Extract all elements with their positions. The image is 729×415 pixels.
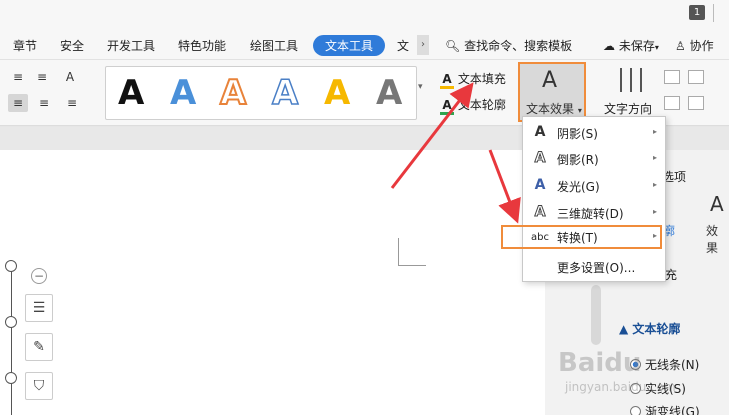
- submenu-arrow-icon: ▸: [653, 153, 658, 162]
- menu-item-reflection[interactable]: A 倒影(R) ▸: [523, 147, 665, 171]
- style-yellow[interactable]: A: [324, 73, 350, 113]
- menu-item-label: 发光(G): [557, 180, 600, 194]
- menu-item-label: 倒影(R): [557, 153, 599, 167]
- style-orange-outline[interactable]: A: [219, 72, 247, 114]
- fill-bucket-icon[interactable]: ⛉: [25, 372, 53, 400]
- text-outline-button[interactable]: A 文本轮廓: [440, 96, 506, 115]
- wordart-style-gallery: A A A A A A: [105, 66, 417, 120]
- tab-overflow-partial[interactable]: 文: [397, 37, 409, 54]
- break-textbox-link-icon[interactable]: [688, 70, 704, 84]
- panel-fill-label: 充: [665, 268, 678, 282]
- menu-item-shadow[interactable]: A 阴影(S) ▸: [523, 121, 665, 145]
- resize-handle-top[interactable]: [5, 260, 17, 272]
- text-effect-icon: A: [542, 68, 558, 93]
- gallery-more-icon[interactable]: ▾: [418, 82, 423, 92]
- collapse-minus-icon[interactable]: −: [31, 268, 47, 284]
- panel-tab-effect[interactable]: 效果: [706, 222, 729, 256]
- page-corner-mark: [398, 238, 426, 266]
- tab-developer-tools[interactable]: 开发工具: [107, 37, 155, 54]
- textbox-prev-icon[interactable]: [664, 96, 680, 110]
- text-direction-label: 文字方向: [604, 102, 653, 116]
- chevron-down-icon: ▾: [654, 43, 659, 52]
- resize-handle-bottom[interactable]: [5, 372, 17, 384]
- text-effect-button[interactable]: A 文本效果 ▾: [518, 62, 586, 122]
- search-icon: 🔍︎: [445, 39, 461, 53]
- menu-item-label: 阴影(S): [557, 127, 598, 141]
- style-blue-gradient[interactable]: A: [170, 73, 196, 113]
- baidu-watermark-url: jingyan.baidu.com: [565, 380, 676, 394]
- indent-increase-icon[interactable]: ≡: [32, 68, 52, 86]
- create-textbox-link-icon[interactable]: [664, 70, 680, 84]
- style-blue-outline[interactable]: A: [271, 72, 299, 114]
- reflection-icon: A: [534, 150, 546, 167]
- text-direction-icon: [620, 68, 642, 92]
- shadow-icon: A: [534, 124, 546, 140]
- command-search[interactable]: 🔍︎ 查找命令、搜索模板: [445, 37, 572, 54]
- tab-security[interactable]: 安全: [60, 37, 84, 54]
- radio-label: 渐变线(G): [645, 405, 700, 415]
- submenu-arrow-icon: ▸: [653, 127, 658, 136]
- collab-button[interactable]: ♙ 协作: [675, 37, 714, 54]
- page-count-badge: 1: [689, 5, 705, 20]
- text-fill-button[interactable]: A 文本填充: [440, 70, 506, 89]
- tab-text-tools[interactable]: 文本工具: [313, 35, 386, 56]
- text-effect-label: 文本效果 ▾: [526, 102, 582, 116]
- align-justify-icon[interactable]: ≡: [8, 94, 28, 112]
- menu-item-3d-rotation[interactable]: A 三维旋转(D) ▸: [523, 201, 665, 225]
- panel-section-text-outline[interactable]: ▲ 文本轮廓: [619, 320, 680, 337]
- text-size-icon[interactable]: A: [60, 68, 80, 86]
- text-fill-icon: A: [440, 72, 454, 89]
- transform-icon: abc: [531, 232, 549, 243]
- menu-item-more-settings[interactable]: 更多设置(O)...: [523, 255, 665, 279]
- textbox-next-icon[interactable]: [688, 96, 704, 110]
- radio-label: 无线条(N): [645, 358, 700, 372]
- text-effect-dropdown: A 阴影(S) ▸ A 倒影(R) ▸ A 发光(G) ▸ A 三维旋转(D) …: [501, 116, 666, 282]
- text-outline-icon: A: [440, 98, 454, 115]
- collab-label: 协作: [689, 39, 714, 53]
- radio-indicator: [630, 406, 641, 415]
- menu-item-label: 更多设置(O)...: [557, 261, 636, 275]
- tab-drawing-tools[interactable]: 绘图工具: [250, 37, 298, 54]
- document-page[interactable]: [0, 150, 545, 415]
- 3d-rotation-icon: A: [534, 204, 546, 221]
- unsaved-label: 未保存: [618, 39, 655, 53]
- brush-icon[interactable]: ✎: [25, 333, 53, 361]
- submenu-arrow-icon: ▸: [653, 207, 658, 216]
- search-label: 查找命令、搜索模板: [464, 39, 573, 53]
- resize-handle-middle[interactable]: [5, 316, 17, 328]
- text-effect-panel-icon[interactable]: A: [710, 192, 724, 216]
- submenu-arrow-icon: ▸: [653, 180, 658, 189]
- menu-item-transform[interactable]: abc 转换(T) ▸: [501, 225, 662, 249]
- submenu-arrow-icon: ▸: [653, 231, 658, 240]
- menu-bar: 章节 安全 开发工具 特色功能 绘图工具 文本工具 文 › 🔍︎ 查找命令、搜索…: [0, 30, 729, 60]
- title-separator: [713, 4, 714, 22]
- text-outline-label: 文本轮廓: [457, 98, 506, 112]
- glow-icon: A: [534, 177, 546, 193]
- line-spacing-icon[interactable]: ≡: [62, 94, 82, 112]
- menu-item-label: 转换(T): [557, 231, 598, 245]
- menu-item-glow[interactable]: A 发光(G) ▸: [523, 174, 665, 198]
- title-bar: 1: [0, 0, 729, 30]
- style-black[interactable]: A: [118, 73, 144, 113]
- indent-decrease-icon[interactable]: ≡: [8, 68, 28, 86]
- layout-options-icon[interactable]: ☰: [25, 294, 53, 322]
- cloud-icon: ☁: [603, 39, 615, 53]
- style-gray-gradient[interactable]: A: [376, 73, 402, 113]
- distribute-icon[interactable]: ≡: [34, 94, 54, 112]
- selection-border: [11, 265, 12, 415]
- menu-item-label: 三维旋转(D): [557, 207, 624, 221]
- tabs-scroll-right-button[interactable]: ›: [417, 35, 429, 55]
- text-fill-label: 文本填充: [457, 72, 506, 86]
- tab-special-features[interactable]: 特色功能: [178, 37, 226, 54]
- radio-gradient-line[interactable]: 渐变线(G): [630, 403, 700, 415]
- user-add-icon: ♙: [675, 39, 686, 53]
- text-direction-button[interactable]: 文字方向: [602, 64, 656, 120]
- unsaved-status[interactable]: ☁ 未保存▾: [603, 37, 659, 54]
- baidu-watermark: Baidu: [558, 348, 642, 378]
- tab-chapter[interactable]: 章节: [13, 37, 37, 54]
- panel-scrollbar[interactable]: [591, 285, 601, 345]
